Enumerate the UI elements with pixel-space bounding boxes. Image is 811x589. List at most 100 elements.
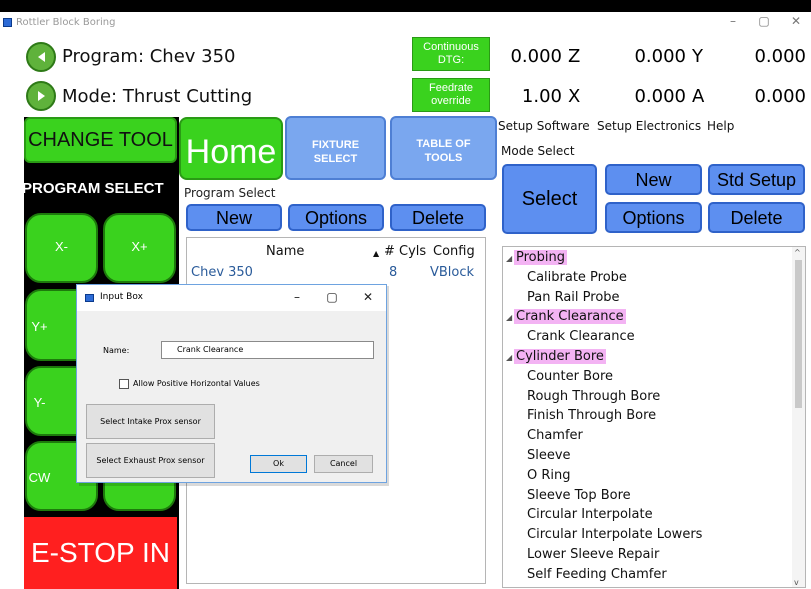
program-new-button[interactable]: New	[186, 204, 282, 231]
tree-item-label: Chamfer	[527, 428, 583, 444]
tree-item[interactable]: Pan Rail Probe	[527, 290, 620, 305]
tree-item[interactable]: Chamfer	[527, 428, 583, 443]
column-header-name[interactable]: Name	[266, 244, 304, 259]
next-mode-button[interactable]	[26, 81, 56, 111]
tree-item[interactable]: Lower Sleeve Repair	[527, 547, 659, 562]
tree-category-label: Probing	[514, 250, 567, 265]
close-icon[interactable]: ✕	[785, 14, 807, 28]
tree-scrollbar-thumb[interactable]	[795, 260, 802, 408]
tree-category[interactable]: Cylinder Bore	[514, 349, 606, 364]
tree-item-label: Circular Interpolate Lowers	[527, 527, 703, 543]
tree-category[interactable]: Crank Clearance	[514, 309, 626, 325]
dialog-close-icon[interactable]: ✕	[358, 290, 378, 304]
mode-select-label: Mode Select	[501, 144, 575, 158]
x-feed-value: 1.00	[521, 86, 562, 107]
feedrate-override-button[interactable]: Feedrate override	[412, 78, 490, 112]
tree-expand-icon[interactable]: ◢	[506, 353, 512, 362]
tree-item-label: Lower Sleeve Repair	[527, 547, 660, 562]
a-axis-label: A	[692, 86, 705, 107]
program-label: Program: Chev 350	[62, 46, 236, 67]
program-options-button[interactable]: Options	[288, 204, 384, 231]
estop-button[interactable]: E-STOP IN	[24, 517, 177, 589]
allow-positive-checkbox[interactable]	[119, 379, 129, 389]
sort-ascending-icon: ▲	[373, 249, 380, 258]
tree-item[interactable]: Sleeve Top Bore	[527, 488, 631, 503]
mode-std-setup-button[interactable]: Std Setup	[708, 164, 805, 195]
a-position-value: 0.000	[634, 86, 686, 107]
mode-select-button[interactable]: Select	[502, 164, 597, 234]
tree-item[interactable]: Crank Clearance	[527, 329, 635, 344]
program-row-name[interactable]: Chev 350	[191, 265, 253, 280]
program-delete-button[interactable]: Delete	[390, 204, 486, 231]
tree-expand-icon[interactable]: ◢	[506, 313, 512, 322]
tree-item[interactable]: Circular Interpolate	[527, 507, 653, 522]
change-tool-button[interactable]: CHANGE TOOL	[24, 117, 177, 163]
restore-icon[interactable]: ▢	[753, 14, 775, 28]
jog-x-minus-button[interactable]: X-	[25, 213, 98, 283]
tree-category-label: Crank Clearance	[514, 309, 626, 325]
fixture-select-button[interactable]: FIXTURE SELECT	[285, 116, 386, 180]
select-intake-prox-button[interactable]: Select Intake Prox sensor	[86, 404, 215, 439]
mode-label: Mode: Thrust Cutting	[62, 86, 253, 107]
tree-item-label: Self Feeding Chamfer	[527, 566, 667, 582]
y-position-value: 0.000	[634, 46, 686, 67]
tree-item-label: Circular Interpolate	[527, 507, 653, 523]
z-axis-label: Z	[568, 46, 581, 67]
tree-item[interactable]: O Ring	[527, 468, 571, 483]
tree-item[interactable]: Circular Interpolate Lowers	[527, 527, 702, 542]
mode-options-button[interactable]: Options	[605, 202, 702, 233]
tree-item-label: Calibrate Probe	[527, 269, 627, 285]
tree-item[interactable]: Finish Through Bore	[527, 408, 656, 423]
tree-item-label: Finish Through Bore	[527, 408, 657, 424]
dialog-app-icon	[85, 294, 94, 302]
z-position-value: 0.000	[510, 46, 562, 67]
column-header-config[interactable]: Config	[433, 244, 475, 259]
tree-item-label: Sleeve Top Bore	[527, 487, 631, 503]
mode-new-button[interactable]: New	[605, 164, 702, 195]
window-title: Rottler Block Boring	[16, 17, 116, 28]
app-window: Rottler Block Boring – ▢ ✕ Program: Chev…	[0, 0, 811, 589]
tree-item-label: Crank Clearance	[527, 329, 635, 345]
tree-item-label: Pan Rail Probe	[527, 289, 620, 305]
tree-item-label: Rough Through Bore	[527, 388, 661, 404]
jog-x-plus-button[interactable]: X+	[103, 213, 176, 283]
mode-delete-button[interactable]: Delete	[708, 202, 805, 233]
c-position-value: 0.000	[754, 46, 806, 67]
menu-help[interactable]: Help	[707, 119, 734, 133]
program-row-config[interactable]: VBlock	[430, 265, 474, 280]
tree-item-label: Counter Bore	[527, 368, 614, 384]
program-select-heading: PROGRAM SELECT	[22, 180, 164, 197]
home-button[interactable]: Home	[179, 117, 283, 180]
x-axis-label: X	[568, 86, 581, 107]
arrow-right-icon	[38, 91, 45, 101]
program-select-label: Program Select	[184, 186, 276, 200]
tree-item[interactable]: Self Feeding Chamfer	[527, 567, 667, 582]
menu-setup-electronics[interactable]: Setup Electronics	[597, 119, 701, 133]
dialog-cancel-button[interactable]: Cancel	[314, 455, 373, 473]
tree-item[interactable]: Rough Through Bore	[527, 389, 660, 404]
table-of-tools-button[interactable]: TABLE OF TOOLS	[390, 116, 497, 180]
scroll-up-icon[interactable]: ^	[794, 248, 801, 257]
arrow-left-icon	[38, 52, 45, 62]
tree-item[interactable]: Sleeve	[527, 448, 571, 463]
tree-item[interactable]: Calibrate Probe	[527, 270, 627, 285]
program-row-cyls[interactable]: 8	[389, 265, 397, 280]
b-position-value: 0.000	[754, 86, 806, 107]
dialog-name-input[interactable]: Crank Clearance	[161, 341, 374, 359]
tree-category[interactable]: Probing	[514, 250, 567, 265]
previous-program-button[interactable]	[26, 42, 56, 72]
dialog-maximize-icon[interactable]: ▢	[322, 290, 342, 304]
minimize-icon[interactable]: –	[722, 14, 744, 28]
column-header-cyls[interactable]: # Cyls	[384, 244, 426, 259]
tree-expand-icon[interactable]: ◢	[506, 254, 512, 263]
tree-item-label: O Ring	[527, 467, 571, 483]
dialog-minimize-icon[interactable]: –	[287, 290, 307, 304]
select-exhaust-prox-button[interactable]: Select Exhaust Prox sensor	[86, 443, 215, 478]
menu-setup-software[interactable]: Setup Software	[498, 119, 590, 133]
dialog-ok-button[interactable]: Ok	[250, 455, 307, 473]
scroll-down-icon[interactable]: v	[794, 578, 799, 587]
continuous-dtg-button[interactable]: Continuous DTG:	[412, 37, 490, 71]
title-bar-top	[0, 0, 811, 12]
title-bar	[0, 12, 811, 34]
tree-item[interactable]: Counter Bore	[527, 369, 613, 384]
